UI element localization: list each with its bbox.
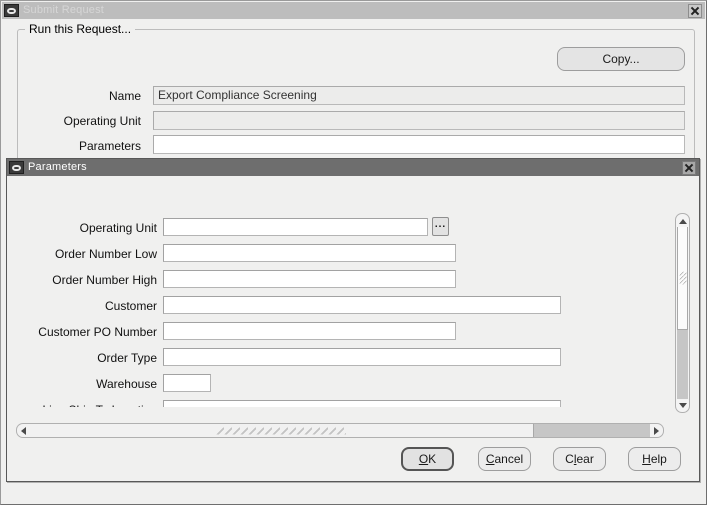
parameters-canvas: Operating Unit ... Order Number Low Orde… [8,177,665,407]
oracle-logo-icon [4,4,19,17]
param-label-order-number-high: Order Number High [52,273,157,287]
scroll-left-arrow-icon[interactable] [17,424,30,437]
clear-button-label-pre: C [565,452,574,466]
param-field-order-number-high[interactable] [163,270,456,288]
cancel-button-label-rest: ancel [494,452,524,466]
param-label-customer-po-number: Customer PO Number [38,325,157,339]
name-label: Name [108,89,141,103]
ok-button[interactable]: OK [401,447,454,471]
vertical-scroll-track[interactable] [677,227,688,399]
scroll-grip-icon [216,427,347,434]
param-field-order-type[interactable] [163,348,561,366]
ok-button-label-rest: K [428,452,437,466]
submit-request-titlebar[interactable]: Submit Request [2,2,705,19]
operating-unit-field [153,111,685,130]
oracle-logo-icon [9,161,24,174]
parameters-title: Parameters [28,161,87,173]
parameters-dialog: Parameters Operating Unit ... Order Numb… [6,158,700,482]
param-field-operating-unit[interactable] [163,218,428,236]
horizontal-scroll-thumb[interactable] [30,424,534,437]
submit-request-title: Submit Request [23,4,105,16]
ok-button-mnemonic: O [418,452,429,466]
clear-button[interactable]: Cl ear [553,447,606,471]
name-field: Export Compliance Screening [153,86,685,105]
help-button-label-rest: elp [650,452,667,466]
parameters-label: Parameters [78,139,141,153]
param-field-order-number-low[interactable] [163,244,456,262]
clear-button-label-rest: ear [576,452,594,466]
vertical-scroll-thumb[interactable] [677,227,688,331]
cancel-button[interactable]: Cancel [478,447,531,471]
close-icon[interactable] [682,160,696,175]
scroll-down-arrow-icon[interactable] [677,399,688,411]
scroll-grip-icon [679,271,686,285]
param-field-customer[interactable] [163,296,561,314]
lov-button-operating-unit[interactable]: ... [432,217,449,236]
param-field-customer-po-number[interactable] [163,322,456,340]
vertical-scrollbar[interactable] [675,213,690,413]
scroll-up-arrow-icon[interactable] [677,215,688,227]
param-label-customer: Customer [104,299,157,313]
param-label-operating-unit: Operating Unit [79,221,157,235]
parameters-body: Operating Unit ... Order Number Low Orde… [8,177,698,480]
parameters-titlebar[interactable]: Parameters [7,159,699,176]
help-button-mnemonic: H [642,452,651,466]
param-label-line-ship-to-location: Line Ship To Location [8,403,157,407]
horizontal-scrollbar[interactable] [16,423,664,438]
operating-unit-label: Operating Unit [63,114,141,128]
param-field-warehouse[interactable] [163,374,211,392]
copy-button[interactable]: Copy... [557,47,685,71]
parameters-field[interactable] [153,135,685,154]
run-this-request-legend: Run this Request... [25,22,136,36]
scroll-right-arrow-icon[interactable] [650,424,663,437]
param-label-order-type: Order Type [97,351,157,365]
param-field-line-ship-to-location[interactable] [163,400,561,407]
ellipsis-icon: ... [434,218,447,230]
help-button[interactable]: Help [628,447,681,471]
parameters-button-bar: OK Cancel Cl ear Help [8,447,684,473]
param-label-order-number-low: Order Number Low [54,247,157,261]
close-icon[interactable] [688,3,702,18]
param-label-warehouse: Warehouse [96,377,157,391]
cancel-button-mnemonic: C [485,452,495,466]
screen: Submit Request Run this Request... Copy.… [0,0,707,505]
